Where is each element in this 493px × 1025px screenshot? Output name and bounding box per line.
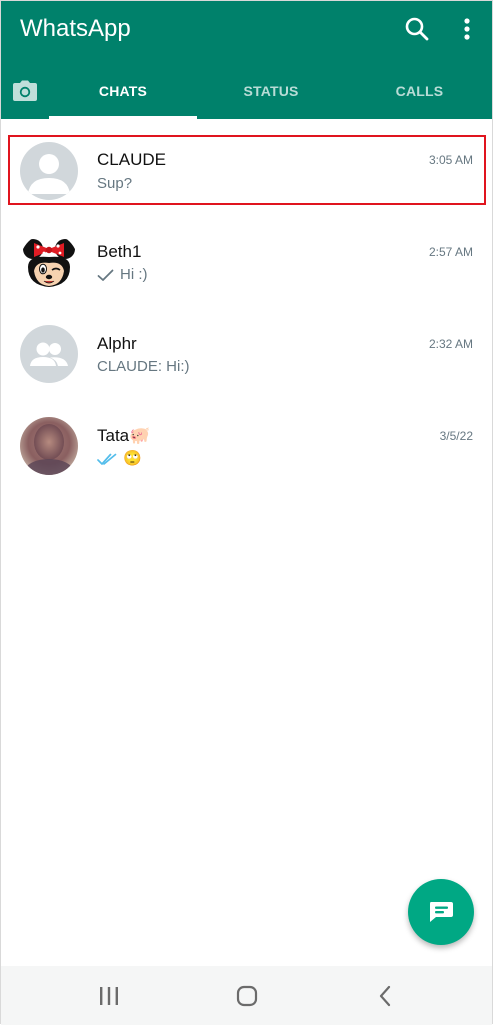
chat-preview: 🙄 xyxy=(97,449,142,469)
default-person-avatar xyxy=(20,142,78,200)
more-vertical-icon xyxy=(464,18,470,40)
chat-time: 3/5/22 xyxy=(439,429,473,443)
chat-name: Tata🐖 xyxy=(97,426,151,445)
chat-name: CLAUDE xyxy=(97,150,166,169)
blurred-photo-avatar xyxy=(20,417,78,475)
more-options-button[interactable] xyxy=(447,9,487,49)
search-icon xyxy=(405,17,429,41)
chat-time: 2:32 AM xyxy=(428,337,473,351)
cartoon-mouse-avatar xyxy=(20,233,78,291)
new-chat-button[interactable] xyxy=(408,879,474,945)
chat-time: 2:57 AM xyxy=(428,245,473,259)
tab-status[interactable]: STATUS xyxy=(197,63,345,119)
chat-item-alphr[interactable]: Alphr CLAUDE: Hi:) 2:32 AM xyxy=(1,303,492,395)
back-icon xyxy=(379,985,391,1007)
app-bar: WhatsApp CHATS STATUS CALLS xyxy=(1,1,492,119)
chat-item-claude[interactable]: CLAUDE Sup? 3:05 AM xyxy=(1,119,492,211)
chat-preview-text: Sup? xyxy=(97,175,133,192)
chat-time: 3:05 AM xyxy=(428,153,473,167)
chat-preview: Sup? xyxy=(97,174,132,194)
chat-preview-text: 🙄 xyxy=(123,450,142,467)
selection-highlight xyxy=(8,135,486,205)
chat-preview-text: CLAUDE: Hi:) xyxy=(97,358,190,375)
single-check-icon xyxy=(97,269,114,281)
system-navigation-bar xyxy=(1,966,492,1025)
chat-preview: CLAUDE: Hi:) xyxy=(97,357,190,377)
home-icon xyxy=(236,985,258,1007)
chat-item-tata[interactable]: Tata🐖 🙄 3/5/22 xyxy=(1,395,492,487)
group-avatar xyxy=(20,325,78,383)
tab-chats[interactable]: CHATS xyxy=(49,63,197,119)
back-button[interactable] xyxy=(365,976,405,1016)
recent-apps-icon xyxy=(100,987,118,1005)
chat-name: Beth1 xyxy=(97,242,142,261)
search-button[interactable] xyxy=(397,9,437,49)
recent-apps-button[interactable] xyxy=(89,976,129,1016)
chat-preview-text: Hi :) xyxy=(120,266,148,283)
home-button[interactable] xyxy=(227,976,267,1016)
app-title: WhatsApp xyxy=(20,15,131,42)
double-check-blue-icon xyxy=(97,453,117,465)
camera-icon xyxy=(13,80,37,101)
chat-item-beth1[interactable]: Beth1 Hi :) 2:57 AM xyxy=(1,211,492,303)
camera-tab[interactable] xyxy=(1,63,49,119)
chat-name: Alphr xyxy=(97,334,137,353)
tab-bar: CHATS STATUS CALLS xyxy=(1,63,492,119)
new-chat-icon xyxy=(430,902,453,922)
tab-calls[interactable]: CALLS xyxy=(345,63,493,119)
chat-preview: Hi :) xyxy=(97,265,148,285)
